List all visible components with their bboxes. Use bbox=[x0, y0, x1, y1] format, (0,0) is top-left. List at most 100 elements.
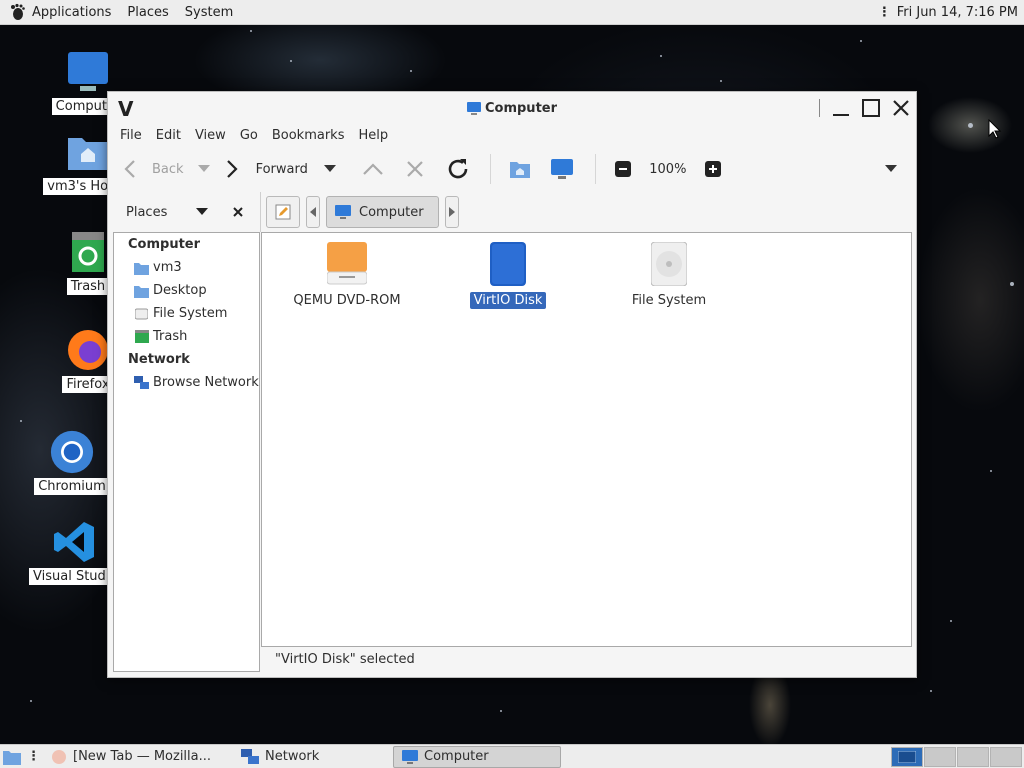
chevron-right-icon bbox=[448, 207, 455, 217]
zoom-out-button[interactable] bbox=[606, 153, 640, 185]
path-scroll-left[interactable] bbox=[306, 196, 320, 228]
close-button[interactable] bbox=[886, 93, 916, 123]
reload-icon bbox=[448, 159, 468, 179]
home-folder-icon bbox=[66, 130, 110, 174]
sidebar-item-browse-network[interactable]: Browse Network bbox=[114, 371, 259, 394]
maximize-button[interactable] bbox=[856, 93, 886, 123]
window-titlebar[interactable]: V Computer bbox=[108, 92, 916, 124]
bottom-panel: ⋮ [New Tab — Mozilla... Network Computer bbox=[0, 744, 1024, 768]
menu-go[interactable]: Go bbox=[233, 128, 265, 143]
trash-icon bbox=[134, 329, 149, 344]
menu-file[interactable]: File bbox=[113, 128, 149, 143]
close-sidebar-icon[interactable] bbox=[233, 207, 243, 217]
desktop-icon-chromium[interactable]: Chromium bbox=[26, 430, 118, 495]
harddisk-icon bbox=[647, 241, 691, 287]
minimize-icon bbox=[833, 114, 849, 116]
zoom-level[interactable]: 100% bbox=[640, 153, 696, 185]
sidebar-item-label: File System bbox=[153, 306, 228, 321]
workspace-1[interactable] bbox=[891, 746, 923, 767]
stop-button[interactable] bbox=[394, 153, 436, 185]
places-sidebar: Computer vm3 Desktop File System Trash N… bbox=[113, 232, 260, 672]
applications-menu[interactable]: Applications bbox=[0, 3, 119, 21]
breadcrumb-label: Computer bbox=[359, 204, 424, 220]
breadcrumb-computer[interactable]: Computer bbox=[326, 196, 439, 228]
home-folder-icon bbox=[509, 162, 530, 178]
toolbar-separator bbox=[594, 154, 596, 184]
workspace-4[interactable] bbox=[990, 746, 1022, 767]
file-item-dvd-rom[interactable]: QEMU DVD-ROM bbox=[277, 241, 417, 309]
clock[interactable]: Fri Jun 14, 7:16 PM bbox=[897, 5, 1018, 20]
workspace-3[interactable] bbox=[957, 746, 989, 767]
computer-icon bbox=[66, 50, 110, 94]
up-button[interactable] bbox=[352, 153, 394, 185]
zoom-out-icon bbox=[614, 161, 631, 177]
edit-icon bbox=[275, 204, 291, 220]
chevron-left-icon bbox=[310, 207, 316, 217]
trash-icon bbox=[66, 230, 110, 274]
system-menu[interactable]: System bbox=[177, 5, 241, 20]
minimize-button[interactable] bbox=[826, 93, 856, 123]
menu-edit[interactable]: Edit bbox=[149, 128, 188, 143]
computer-icon bbox=[550, 159, 573, 179]
file-manager-window: V Computer File Edit View Go Bookmarks H… bbox=[107, 91, 917, 678]
mouse-cursor-icon bbox=[988, 119, 1002, 139]
chevron-down-icon[interactable] bbox=[196, 208, 208, 216]
sidebar-item-trash[interactable]: Trash bbox=[114, 325, 259, 348]
desktop-icon-label: Trash bbox=[66, 278, 110, 295]
home-folder-icon bbox=[134, 260, 149, 275]
window-thumbnail-icon bbox=[898, 750, 916, 763]
zoom-in-icon bbox=[704, 161, 721, 177]
home-button[interactable] bbox=[501, 153, 539, 185]
close-icon bbox=[893, 100, 909, 116]
disk-drive-icon bbox=[486, 241, 530, 287]
firefox-icon bbox=[66, 328, 110, 372]
menu-bookmarks[interactable]: Bookmarks bbox=[265, 128, 352, 143]
computer-icon bbox=[402, 749, 418, 764]
sidebar-item-vm3[interactable]: vm3 bbox=[114, 256, 259, 279]
forward-button[interactable]: Forward bbox=[224, 153, 308, 185]
taskbar-item-network[interactable]: Network bbox=[233, 746, 393, 768]
sidebar-item-file-system[interactable]: File System bbox=[114, 302, 259, 325]
show-desktop-button[interactable] bbox=[0, 746, 24, 768]
computer-button[interactable] bbox=[539, 153, 585, 185]
icon-view[interactable]: QEMU DVD-ROM VirtIO Disk File System bbox=[261, 232, 912, 647]
window-title: Computer bbox=[108, 101, 916, 116]
taskbar-item-computer[interactable]: Computer bbox=[393, 745, 561, 768]
back-button[interactable]: Back bbox=[122, 153, 184, 185]
window-menu-icon[interactable]: V bbox=[118, 97, 133, 121]
back-arrow-icon bbox=[124, 160, 135, 178]
edit-location-button[interactable] bbox=[266, 196, 300, 228]
menu-help[interactable]: Help bbox=[351, 128, 395, 143]
path-bar: Computer bbox=[260, 192, 459, 232]
path-scroll-right[interactable] bbox=[444, 196, 459, 228]
sidebar-section-network: Network bbox=[128, 352, 190, 367]
zoom-in-button[interactable] bbox=[696, 153, 730, 185]
sidebar-item-label: Trash bbox=[153, 329, 188, 344]
sidebar-type-selector[interactable]: Places bbox=[126, 205, 167, 220]
toolbar-overflow-button[interactable] bbox=[866, 153, 916, 185]
network-icon bbox=[134, 375, 149, 390]
location-bar: Places Computer bbox=[108, 192, 916, 232]
panel-handle-icon[interactable]: ⋮ bbox=[24, 749, 43, 764]
back-history-dropdown[interactable] bbox=[184, 153, 224, 185]
file-item-virtio-disk[interactable]: VirtIO Disk bbox=[438, 241, 578, 309]
places-label: Places bbox=[127, 4, 169, 20]
forward-history-dropdown[interactable] bbox=[308, 153, 352, 185]
sidebar-section-computer: Computer bbox=[128, 237, 201, 252]
sidebar-item-label: Desktop bbox=[153, 283, 207, 298]
reload-button[interactable] bbox=[436, 153, 480, 185]
desktop-icon-label: Visual Studio Code bbox=[29, 568, 119, 585]
workspace-2[interactable] bbox=[924, 746, 956, 767]
chevron-down-icon bbox=[885, 165, 897, 172]
panel-handle-icon[interactable]: ⋮ bbox=[878, 5, 891, 20]
file-item-file-system[interactable]: File System bbox=[599, 241, 739, 309]
stop-icon bbox=[407, 161, 423, 177]
taskbar-item-firefox[interactable]: [New Tab — Mozilla... bbox=[43, 746, 233, 768]
sidebar-header: Places bbox=[108, 192, 260, 232]
menu-view[interactable]: View bbox=[188, 128, 233, 143]
menubar: File Edit View Go Bookmarks Help bbox=[108, 124, 916, 146]
sidebar-item-desktop[interactable]: Desktop bbox=[114, 279, 259, 302]
taskbar-item-label: [New Tab — Mozilla... bbox=[73, 749, 212, 764]
places-menu[interactable]: Places bbox=[119, 5, 176, 20]
show-desktop-icon bbox=[3, 750, 21, 765]
